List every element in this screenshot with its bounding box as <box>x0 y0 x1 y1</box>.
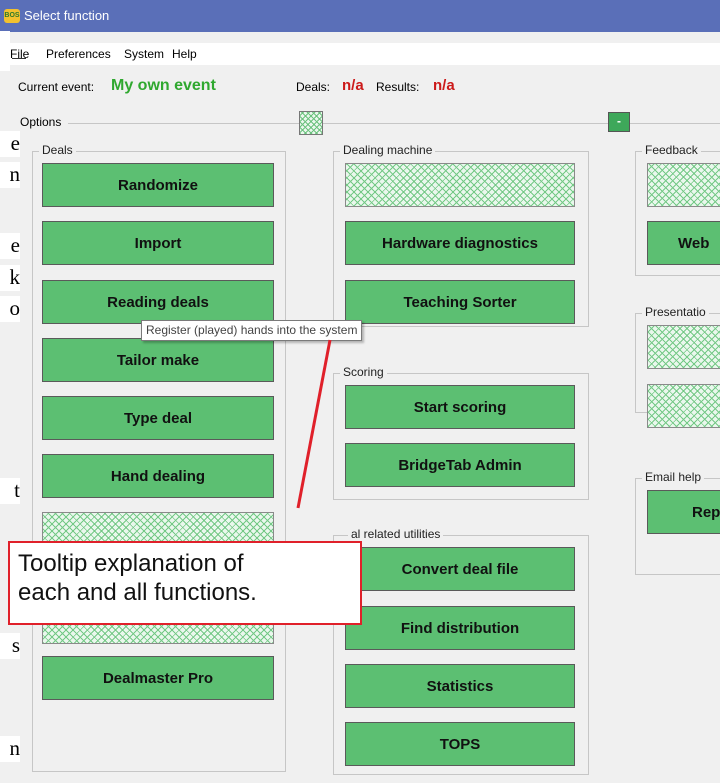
callout-line <box>296 339 332 509</box>
callout-arrow <box>296 339 332 509</box>
callout-box: Tooltip explanation of each and all func… <box>8 541 362 625</box>
callout-line-2: each and all functions. <box>18 579 257 606</box>
callout-line-1: Tooltip explanation of <box>18 550 244 577</box>
